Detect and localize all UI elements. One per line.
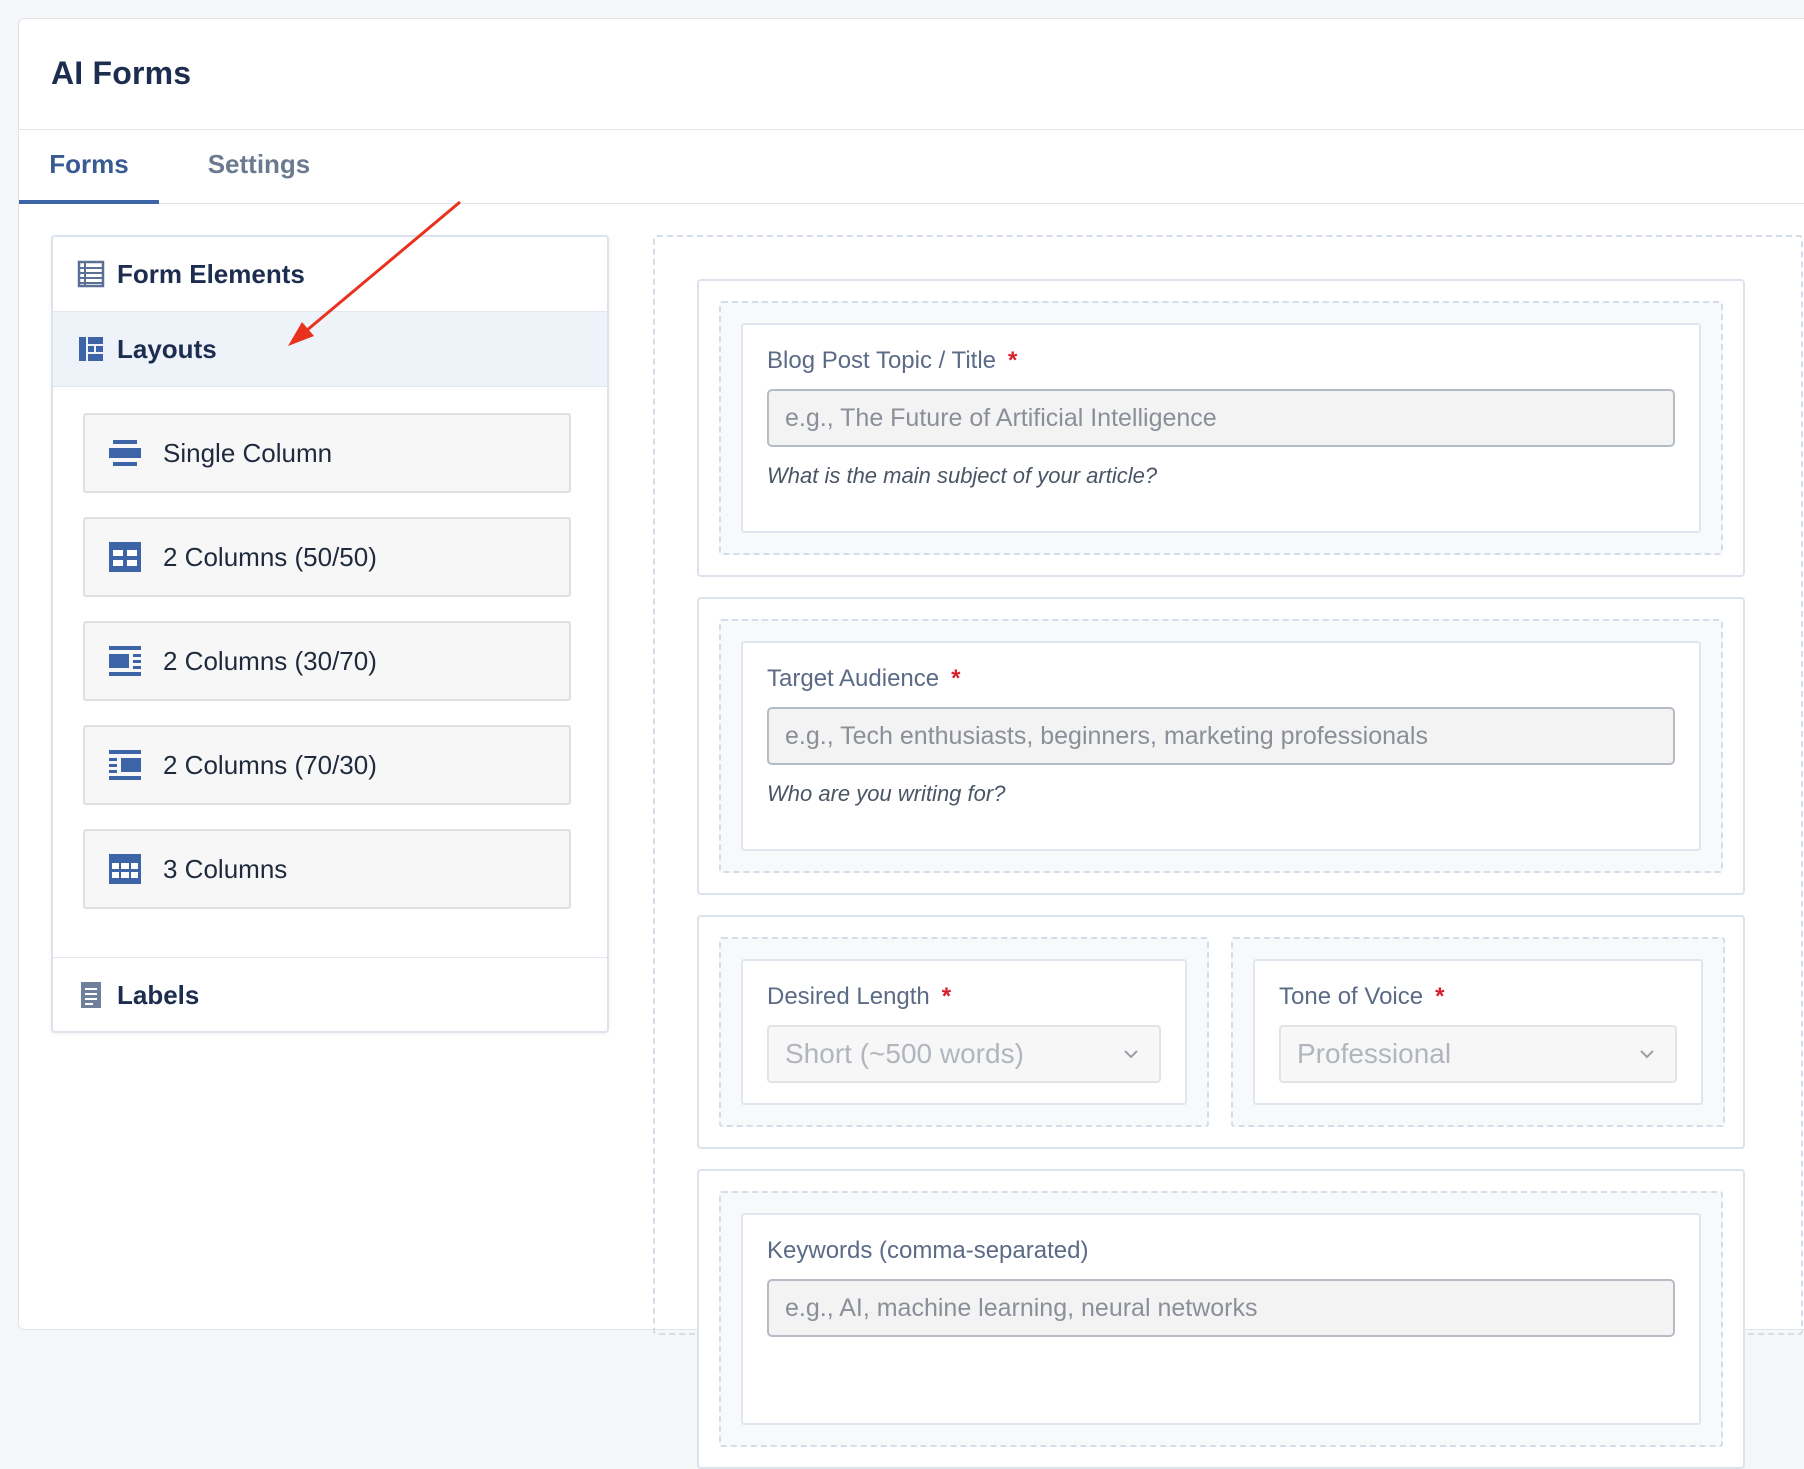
required-mark: * — [941, 983, 952, 1010]
required-mark: * — [951, 665, 961, 692]
sidebar-section-layouts[interactable]: Layouts — [53, 312, 607, 387]
field-card-keywords: Keywords (comma-separated) — [741, 1213, 1701, 1425]
form-row: Desired Length * Short (~500 words) Tone … — [697, 915, 1745, 1149]
two-columns-50-50-icon — [109, 542, 141, 572]
target-audience-input[interactable] — [767, 707, 1675, 765]
field-label: Keywords (comma-separated) — [767, 1237, 1089, 1264]
select-value: Professional — [1297, 1038, 1452, 1069]
keywords-input[interactable] — [767, 1279, 1675, 1337]
form-column: Keywords (comma-separated) — [719, 1191, 1723, 1447]
single-column-icon — [109, 440, 141, 466]
field-help-text: What is the main subject of your article… — [767, 463, 1158, 488]
three-columns-icon — [109, 854, 141, 884]
tab-bar: Forms Settings — [19, 130, 1804, 204]
layout-item-2-columns-70-30[interactable]: 2 Columns (70/30) — [83, 725, 571, 805]
field-help-text: Who are you writing for? — [767, 781, 1006, 806]
field-card-audience: Target Audience* Who are you writing for… — [741, 641, 1701, 851]
tab-forms[interactable]: Forms — [19, 130, 159, 204]
blog-topic-input[interactable] — [767, 389, 1675, 447]
field-label: Desired Length * — [767, 983, 952, 1010]
sidebar-section-form-elements[interactable]: Form Elements — [53, 237, 607, 312]
layout-item-label: Single Column — [163, 437, 333, 468]
form-row: Blog Post Topic / Title* What is the mai… — [697, 279, 1745, 577]
sidebar-section-label: Labels — [117, 979, 200, 1010]
field-label: Target Audience * — [767, 665, 961, 692]
layout-item-label: 2 Columns (30/70) — [163, 645, 377, 676]
sidebar-section-labels[interactable]: Labels — [53, 957, 607, 1031]
required-mark: * — [1008, 347, 1018, 374]
field-label: Blog Post Topic / Title * — [767, 347, 1018, 374]
field-card-length: Desired Length * Short (~500 words) — [741, 959, 1187, 1105]
layout-item-label: 2 Columns (50/50) — [163, 541, 377, 572]
sidebar: Form Elements Layouts Single Column 2 Co… — [51, 235, 609, 1033]
form-column: Tone of Voice * Professional — [1231, 937, 1725, 1127]
form-column: Target Audience* Who are you writing for… — [719, 619, 1723, 873]
layout-icon — [79, 337, 103, 361]
form-row: Target Audience* Who are you writing for… — [697, 597, 1745, 895]
form-row: Keywords (comma-separated) — [697, 1169, 1745, 1469]
form-column: Desired Length * Short (~500 words) — [719, 937, 1209, 1127]
tone-of-voice-select[interactable]: Professional — [1279, 1025, 1677, 1083]
document-icon — [81, 982, 101, 1008]
tab-settings[interactable]: Settings — [159, 130, 359, 203]
field-card-topic: Blog Post Topic / Title* What is the mai… — [741, 323, 1701, 533]
sidebar-section-label: Form Elements — [117, 258, 305, 289]
two-columns-30-70-icon — [109, 646, 141, 676]
desired-length-select[interactable]: Short (~500 words) — [767, 1025, 1161, 1083]
layout-item-label: 3 Columns — [163, 853, 288, 884]
layout-item-2-columns-50-50[interactable]: 2 Columns (50/50) — [83, 517, 571, 597]
form-column: Blog Post Topic / Title* What is the mai… — [719, 301, 1723, 555]
form-canvas: Blog Post Topic / Title* What is the mai… — [653, 235, 1803, 1469]
sidebar-section-label: Layouts — [117, 333, 217, 364]
layout-item-label: 2 Columns (70/30) — [163, 749, 377, 780]
select-value: Short (~500 words) — [785, 1038, 1024, 1069]
layout-item-3-columns[interactable]: 3 Columns — [83, 829, 571, 909]
two-columns-70-30-icon — [109, 750, 141, 780]
required-mark: * — [1435, 983, 1445, 1010]
field-label: Tone of Voice * — [1279, 983, 1445, 1010]
layout-item-2-columns-30-70[interactable]: 2 Columns (30/70) — [83, 621, 571, 701]
layout-item-single-column[interactable]: Single Column — [83, 413, 571, 493]
page-title: AI Forms — [51, 55, 192, 91]
field-card-tone: Tone of Voice * Professional — [1253, 959, 1703, 1105]
chevron-down-icon — [1640, 1050, 1654, 1059]
chevron-down-icon — [1124, 1050, 1138, 1059]
app-panel: AI Forms Forms Settings Form Elements La… — [18, 18, 1804, 1469]
list-icon — [77, 260, 105, 288]
